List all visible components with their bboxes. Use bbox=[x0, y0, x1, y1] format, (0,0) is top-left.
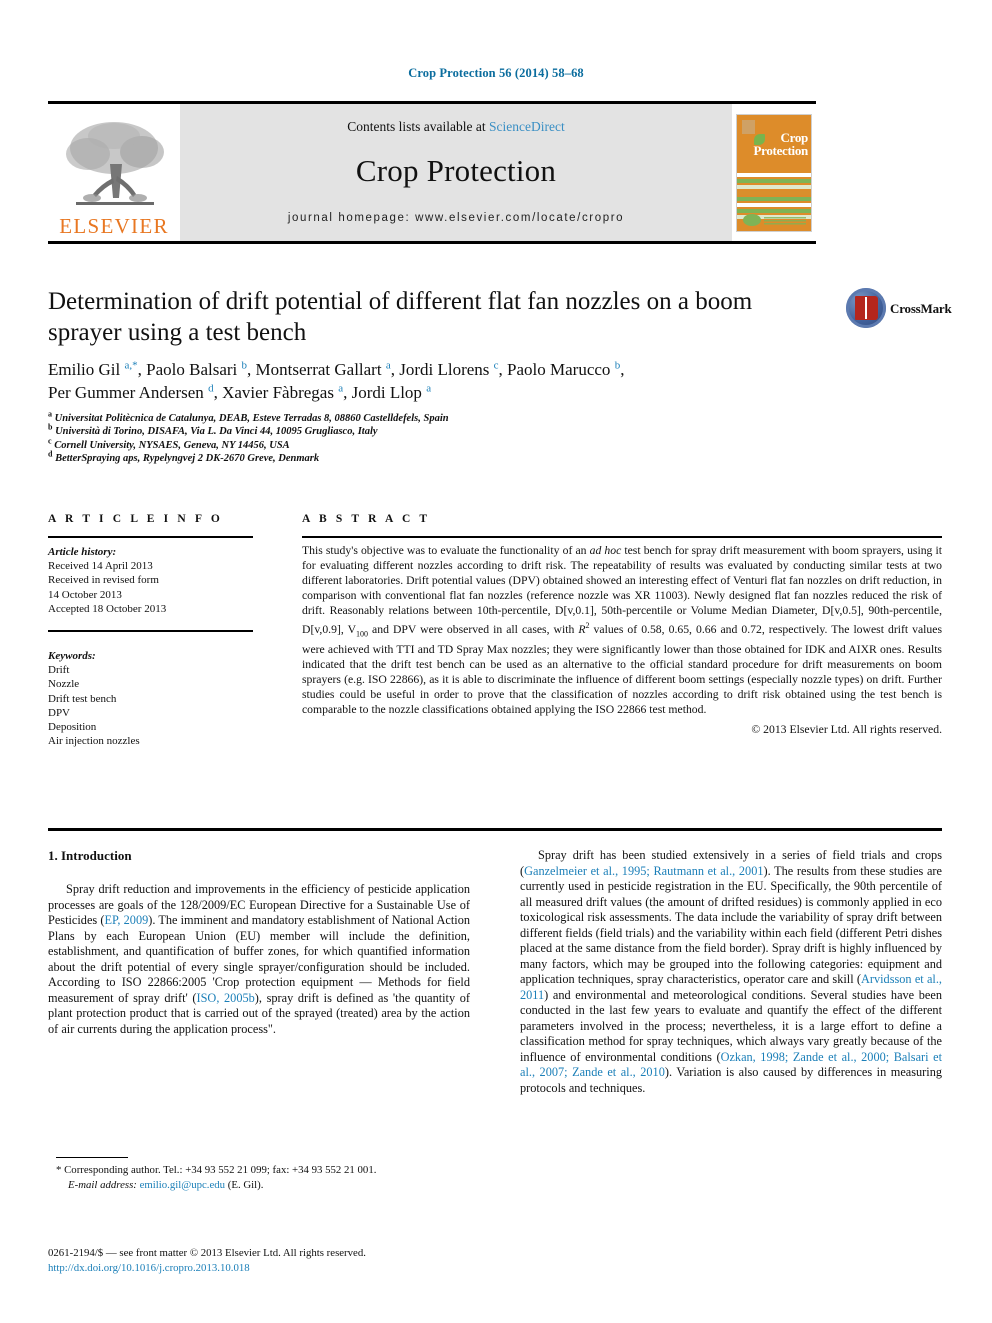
elsevier-logo: ELSEVIER bbox=[48, 104, 180, 241]
email-line: E-mail address: emilio.gil@upc.edu (E. G… bbox=[56, 1178, 466, 1193]
body-column-left: Spray drift reduction and improvements i… bbox=[48, 882, 470, 1037]
article-info-column: Article history: Received 14 April 2013 … bbox=[48, 545, 253, 748]
article-history-label: Article history: bbox=[48, 546, 117, 558]
cover-globe-icon bbox=[743, 213, 761, 226]
abstract-rule-top bbox=[302, 536, 942, 538]
history-item: 14 October 2013 bbox=[48, 588, 122, 601]
keyword-item: Drift bbox=[48, 664, 70, 677]
doi-link[interactable]: http://dx.doi.org/10.1016/j.cropro.2013.… bbox=[48, 1261, 488, 1276]
article-info-rule-top bbox=[48, 536, 253, 538]
abstract-rule-bottom bbox=[48, 828, 942, 831]
masthead-center: Contents lists available at ScienceDirec… bbox=[180, 104, 732, 241]
elsevier-wordmark: ELSEVIER bbox=[59, 214, 169, 238]
keyword-item: DPV bbox=[48, 706, 71, 719]
contents-prefix: Contents lists available at bbox=[347, 119, 489, 134]
abstract-copyright: © 2013 Elsevier Ltd. All rights reserved… bbox=[751, 723, 942, 737]
imprint-block: 0261-2194/$ — see front matter © 2013 El… bbox=[48, 1246, 488, 1275]
affiliation-b: b Università di Torino, DISAFA, Via L. D… bbox=[48, 422, 378, 438]
contents-line: Contents lists available at ScienceDirec… bbox=[180, 119, 732, 135]
section-heading-introduction: 1. Introduction bbox=[48, 848, 132, 863]
history-item: Received 14 April 2013 bbox=[48, 560, 153, 573]
sciencedirect-link[interactable]: ScienceDirect bbox=[489, 119, 565, 134]
affiliation-a: a Universitat Politècnica de Catalunya, … bbox=[48, 409, 449, 424]
affiliations: a Universitat Politècnica de Catalunya, … bbox=[48, 409, 748, 465]
journal-masthead: ELSEVIER Contents lists available at Sci… bbox=[48, 104, 816, 241]
keywords-label: Keywords: bbox=[48, 650, 96, 663]
masthead-bottom-rule bbox=[48, 241, 816, 244]
running-head: Crop Protection 56 (2014) 58–68 bbox=[408, 66, 584, 80]
journal-cover-thumbnail: Crop Protection bbox=[732, 104, 816, 241]
email-label: E-mail address: bbox=[68, 1178, 137, 1191]
email-suffix: (E. Gil). bbox=[227, 1178, 264, 1191]
elsevier-tree-icon bbox=[58, 118, 170, 214]
keywords-block: Keywords: Drift Nozzle Drift test bench … bbox=[48, 649, 253, 748]
cover-stripes bbox=[737, 172, 811, 219]
keyword-item: Nozzle bbox=[48, 678, 80, 691]
cover-art: Crop Protection bbox=[737, 114, 811, 231]
crossmark-circle-icon bbox=[846, 288, 886, 328]
keyword-item: Drift test bench bbox=[48, 692, 117, 705]
body-column-right: Spray drift has been studied extensively… bbox=[520, 848, 942, 1096]
affiliation-c: c Cornell University, NYSAES, Geneva, NY… bbox=[48, 436, 290, 451]
intro-paragraph-left: Spray drift reduction and improvements i… bbox=[48, 882, 470, 1036]
history-item: Received in revised form bbox=[48, 574, 159, 587]
issn-copyright-line: 0261-2194/$ — see front matter © 2013 El… bbox=[48, 1247, 366, 1259]
cover-title-text: Crop Protection bbox=[753, 129, 808, 158]
crossmark-book-icon bbox=[855, 296, 878, 320]
crossmark-badge[interactable]: CrossMark bbox=[846, 288, 952, 330]
journal-homepage-link[interactable]: journal homepage: www.elsevier.com/locat… bbox=[180, 212, 732, 224]
abstract-body: This study's objective was to evaluate t… bbox=[302, 543, 942, 737]
crossmark-label: CrossMark bbox=[890, 301, 952, 316]
corresponding-author-footnote: * Corresponding author. Tel.: +34 93 552… bbox=[56, 1163, 466, 1192]
footnote-rule bbox=[56, 1157, 128, 1159]
email-link[interactable]: emilio.gil@upc.edu bbox=[140, 1179, 226, 1191]
corresponding-author-line: * Corresponding author. Tel.: +34 93 552… bbox=[56, 1164, 377, 1176]
abstract-text: This study's objective was to evaluate t… bbox=[302, 544, 942, 717]
author-line-2: Per Gummer Andersen d, Xavier Fàbregas a… bbox=[48, 382, 432, 402]
intro-paragraph-right: Spray drift has been studied extensively… bbox=[520, 848, 943, 1095]
abstract-heading: A B S T R A C T bbox=[302, 513, 431, 525]
journal-title: Crop Protection bbox=[355, 153, 557, 188]
history-item: Accepted 18 October 2013 bbox=[48, 602, 167, 615]
keyword-item: Deposition bbox=[48, 721, 97, 734]
paper-page: Crop Protection 56 (2014) 58–68 ELSEVIER… bbox=[0, 0, 992, 1323]
page-title: Determination of drift potential of diff… bbox=[48, 288, 753, 346]
affiliation-d: d BetterSpraying aps, Rypelyngvej 2 DK-2… bbox=[48, 449, 320, 464]
cover-footer-text bbox=[764, 216, 806, 225]
keyword-item: Air injection nozzles bbox=[48, 735, 140, 748]
article-info-heading: A R T I C L E I N F O bbox=[48, 513, 223, 525]
author-list: Emilio Gil a,*, Paolo Balsari b, Montser… bbox=[48, 358, 828, 404]
author-line-1: Emilio Gil a,*, Paolo Balsari b, Montser… bbox=[48, 359, 625, 379]
